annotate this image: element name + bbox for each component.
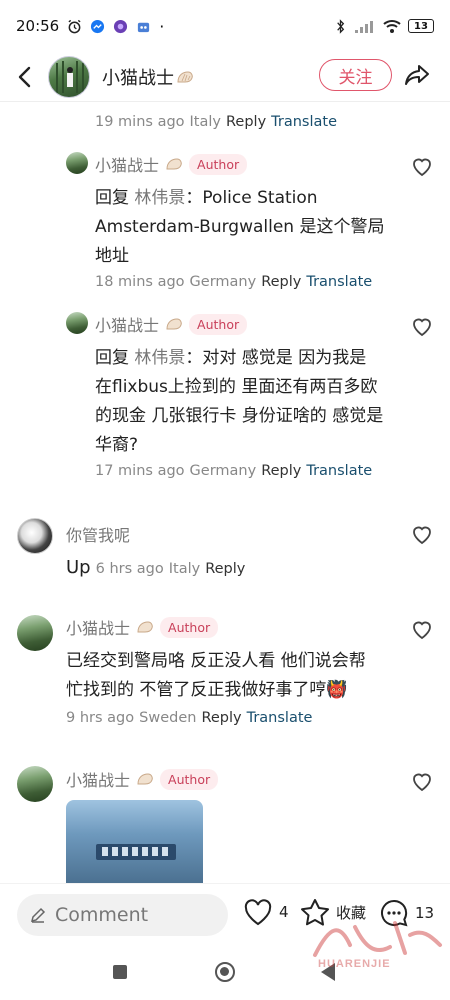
like-count: 4 [279, 903, 289, 921]
comment-meta: 18 mins ago Germany Reply Translate [95, 274, 373, 290]
angry-face-emoji: 👹 [326, 680, 348, 700]
avatar[interactable] [66, 312, 88, 334]
home-button[interactable] [215, 962, 235, 982]
alarm-icon [68, 19, 81, 33]
signal-icon [355, 20, 373, 33]
comment-list: 19 mins ago Italy Reply Translate 小猫战士 A… [0, 103, 450, 883]
share-button[interactable] [402, 60, 432, 90]
more-notifications-dot: · [159, 16, 165, 36]
comment-text: 已经交到警局咯 反正没人看 他们说会帮 忙找到的 不管了反正我做好事了哼👹 [66, 651, 366, 700]
back-button[interactable] [2, 54, 48, 100]
watermark-text: HUARENJIE [318, 958, 391, 970]
reply-link[interactable]: Reply [226, 114, 266, 130]
comment-username[interactable]: 小猫战士 [95, 312, 159, 336]
shell-badge-icon [137, 773, 153, 785]
heart-icon[interactable] [410, 617, 434, 641]
top-bar: 小猫战士 关注 [0, 52, 450, 102]
chevron-left-icon [18, 66, 31, 87]
comment-meta: 19 mins ago Italy Reply Translate [95, 114, 338, 130]
recents-button[interactable] [113, 965, 127, 979]
author-badge: Author [160, 616, 219, 638]
share-icon [405, 65, 429, 85]
heart-icon[interactable] [410, 314, 434, 338]
avatar[interactable] [66, 152, 88, 174]
avatar[interactable] [17, 766, 53, 802]
comment-username[interactable]: 你管我呢 [66, 522, 130, 546]
avatar[interactable] [48, 55, 90, 98]
comment-placeholder: Comment [55, 904, 149, 926]
shell-badge-icon [137, 621, 153, 633]
translate-link[interactable]: Translate [271, 114, 337, 130]
pencil-icon [30, 907, 46, 923]
header-username[interactable]: 小猫战士 [102, 64, 194, 90]
watermark-logo [310, 915, 445, 985]
status-bar: 20:56 · 13 [0, 0, 450, 52]
comment-photo[interactable] [66, 800, 203, 883]
reply-link[interactable]: Reply [261, 274, 301, 290]
battery-indicator: 13 [408, 19, 434, 33]
comment-meta: Up 6 hrs ago Italy Reply [66, 557, 246, 578]
heart-icon[interactable] [410, 522, 434, 546]
heart-icon[interactable] [410, 769, 434, 793]
messenger-icon [91, 19, 105, 33]
author-badge: Author [160, 768, 219, 790]
wifi-icon [383, 19, 401, 33]
reply-link[interactable]: Reply [261, 463, 301, 479]
author-badge: Author [189, 313, 248, 335]
shell-badge-icon [177, 70, 193, 82]
avatar[interactable] [17, 615, 53, 651]
translate-link[interactable]: Translate [247, 710, 313, 726]
robot-app-icon [138, 22, 150, 32]
reply-link[interactable]: Reply [205, 561, 245, 577]
status-time: 20:56 [16, 17, 60, 35]
comment-meta: 17 mins ago Germany Reply Translate [95, 463, 373, 479]
comment-meta: 9 hrs ago Sweden Reply Translate [66, 710, 313, 726]
author-badge: Author [189, 153, 248, 175]
mention-link[interactable]: 林伟景 [134, 348, 185, 368]
like-button[interactable]: 4 [243, 898, 289, 926]
translate-link[interactable]: Translate [306, 274, 372, 290]
comment-input[interactable]: Comment [17, 894, 228, 936]
police-sign-graphic [96, 844, 176, 860]
comment-text: 回复 林伟景：对对 感觉是 因为我是 在flixbus上捡到的 里面还有两百多欧… [95, 348, 384, 455]
comment-text: 回复 林伟景：Police Station Amsterdam-Burgwall… [95, 188, 385, 266]
follow-button[interactable]: 关注 [319, 59, 392, 91]
bluetooth-icon [337, 18, 345, 34]
heart-icon[interactable] [410, 154, 434, 178]
reply-link[interactable]: Reply [201, 710, 241, 726]
comment-username[interactable]: 小猫战士 [95, 152, 159, 176]
comment-username[interactable]: 小猫战士 [66, 615, 130, 639]
app-notification-icon [114, 19, 128, 33]
avatar[interactable] [17, 518, 53, 554]
shell-badge-icon [166, 158, 182, 170]
heart-icon [244, 899, 272, 926]
shell-badge-icon [166, 318, 182, 330]
translate-link[interactable]: Translate [306, 463, 372, 479]
comment-text: Up [66, 557, 91, 578]
comment-username[interactable]: 小猫战士 [66, 767, 130, 791]
mention-link[interactable]: 林伟景 [134, 188, 185, 208]
